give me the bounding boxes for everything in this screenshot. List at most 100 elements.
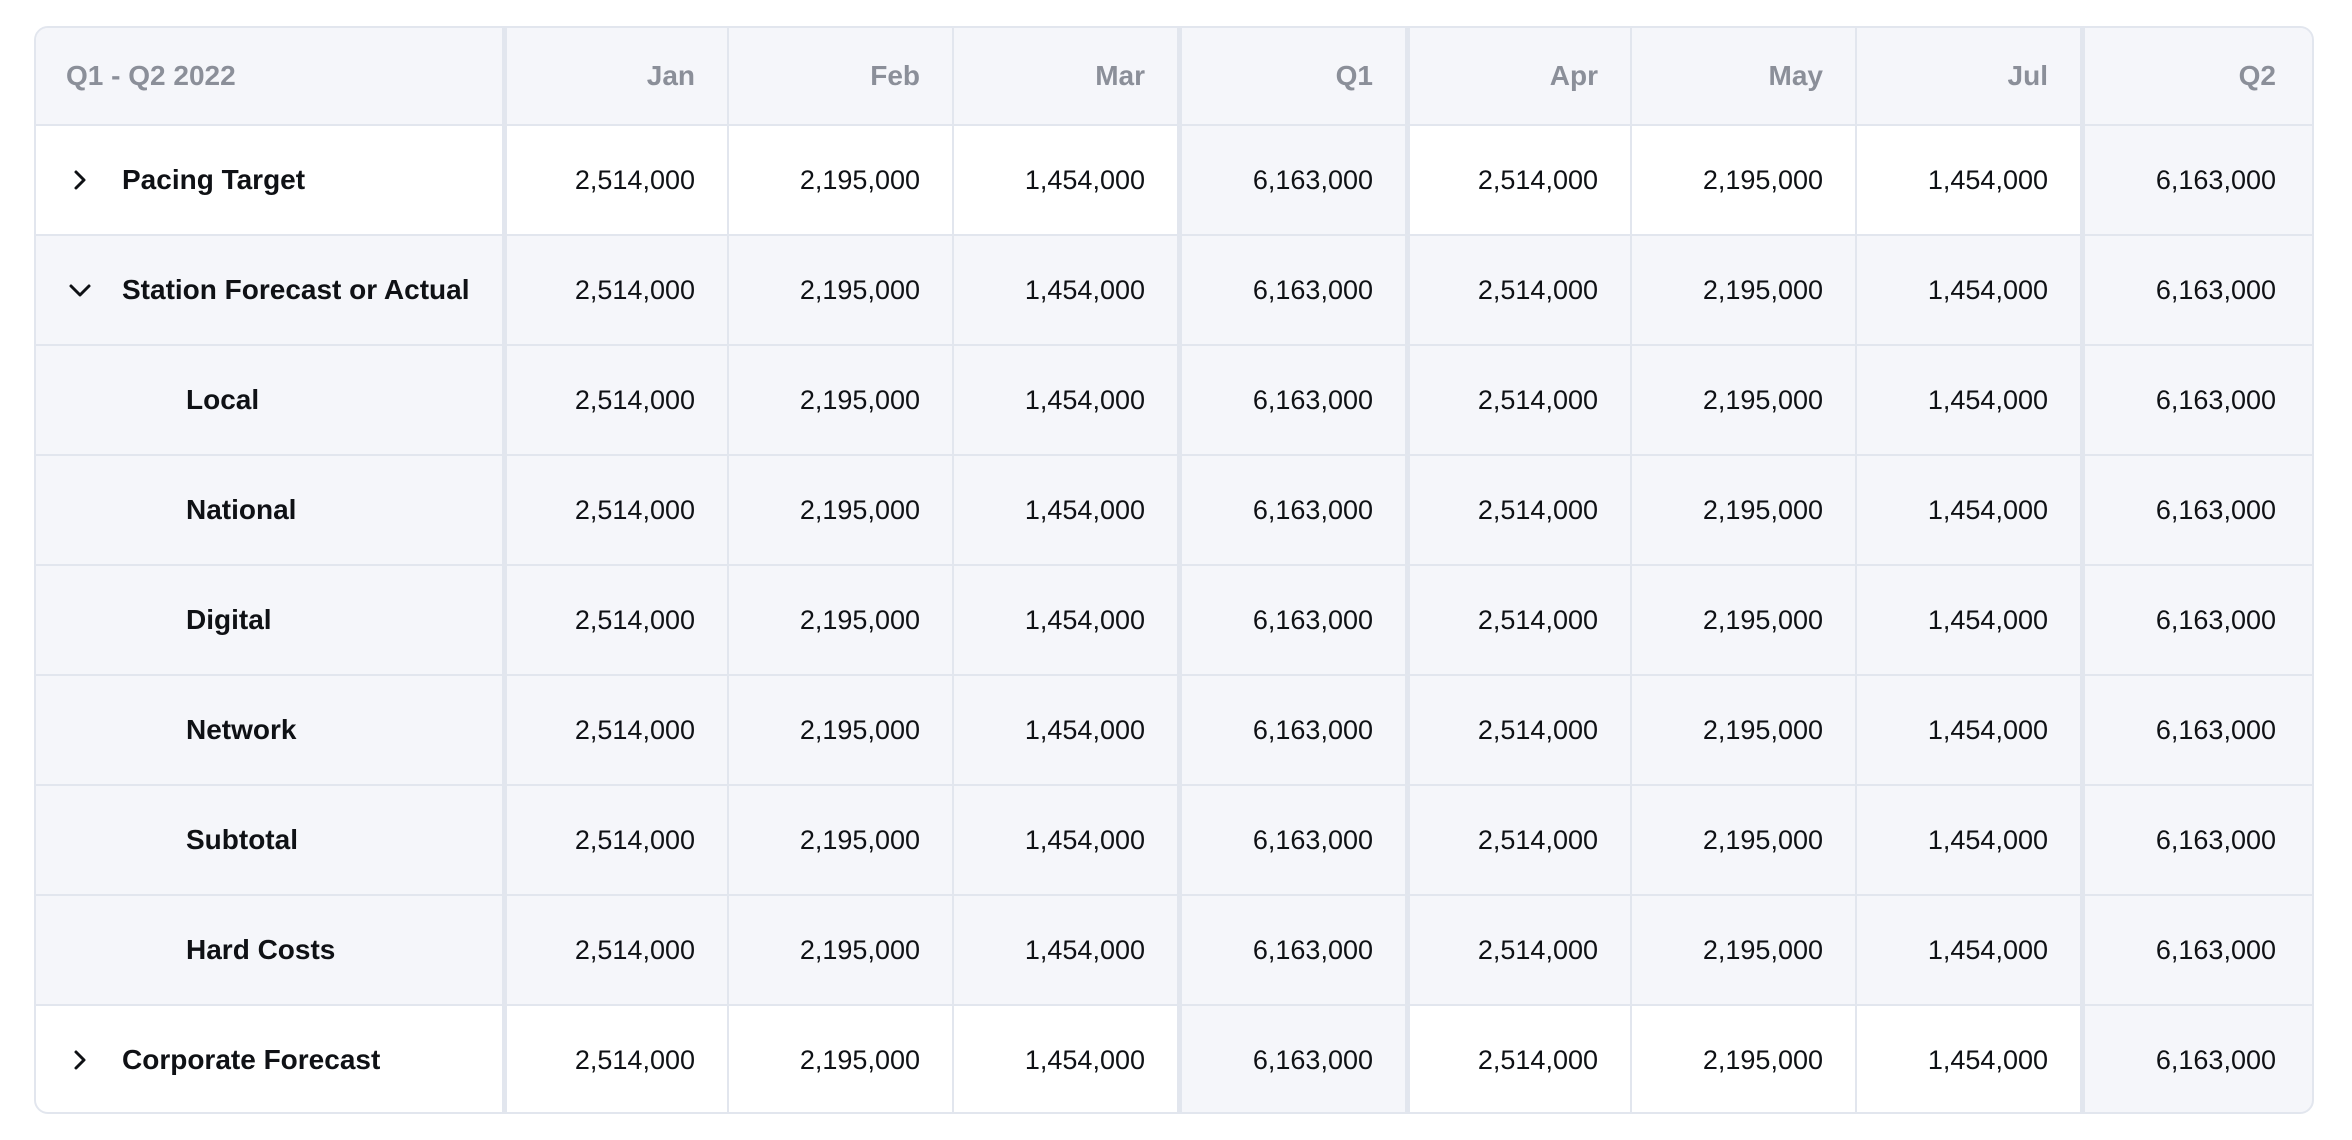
cell-mar[interactable]: 1,454,000 [952, 346, 1177, 454]
cell-jul[interactable]: 1,454,000 [1855, 126, 2080, 234]
cell-q2[interactable]: 6,163,000 [2080, 456, 2308, 564]
cell-mar[interactable]: 1,454,000 [952, 1006, 1177, 1112]
cell-q1[interactable]: 6,163,000 [1177, 346, 1405, 454]
row-label-cell[interactable]: Corporate Forecast [36, 1006, 502, 1112]
cell-q2[interactable]: 6,163,000 [2080, 786, 2308, 894]
row-label-cell: Network [36, 676, 502, 784]
cell-q1[interactable]: 6,163,000 [1177, 896, 1405, 1004]
cell-mar[interactable]: 1,454,000 [952, 456, 1177, 564]
cell-may[interactable]: 2,195,000 [1630, 236, 1855, 344]
row-label: Pacing Target [122, 164, 306, 195]
cell-feb[interactable]: 2,195,000 [727, 896, 952, 1004]
cell-jul[interactable]: 1,454,000 [1855, 896, 2080, 1004]
cell-jul[interactable]: 1,454,000 [1855, 1006, 2080, 1112]
cell-may[interactable]: 2,195,000 [1630, 676, 1855, 784]
cell-jul[interactable]: 1,454,000 [1855, 786, 2080, 894]
cell-q2[interactable]: 6,163,000 [2080, 126, 2308, 234]
cell-jan[interactable]: 2,514,000 [502, 566, 727, 674]
cell-jul[interactable]: 1,454,000 [1855, 236, 2080, 344]
cell-jan[interactable]: 2,514,000 [502, 346, 727, 454]
cell-q1[interactable]: 6,163,000 [1177, 566, 1405, 674]
cell-apr[interactable]: 2,514,000 [1405, 786, 1630, 894]
column-header-feb[interactable]: Feb [727, 28, 952, 124]
cell-mar[interactable]: 1,454,000 [952, 566, 1177, 674]
cell-q2[interactable]: 6,163,000 [2080, 236, 2308, 344]
table-row: Digital 2,514,000 2,195,000 1,454,000 6,163,… [36, 564, 2312, 674]
column-header-q2[interactable]: Q2 [2080, 28, 2308, 124]
cell-q1[interactable]: 6,163,000 [1177, 676, 1405, 784]
column-header-apr[interactable]: Apr [1405, 28, 1630, 124]
row-label: Corporate Forecast [122, 1044, 381, 1075]
cell-apr[interactable]: 2,514,000 [1405, 456, 1630, 564]
cell-q1[interactable]: 6,163,000 [1177, 236, 1405, 344]
table-row: Hard Costs 2,514,000 2,195,000 1,454,000 6,1… [36, 894, 2312, 1004]
cell-apr[interactable]: 2,514,000 [1405, 896, 1630, 1004]
cell-q1[interactable]: 6,163,000 [1177, 456, 1405, 564]
column-header-q1[interactable]: Q1 [1177, 28, 1405, 124]
chevron-right-icon[interactable] [66, 1046, 94, 1074]
cell-q2[interactable]: 6,163,000 [2080, 896, 2308, 1004]
cell-q2[interactable]: 6,163,000 [2080, 566, 2308, 674]
cell-q2[interactable]: 6,163,000 [2080, 676, 2308, 784]
cell-mar[interactable]: 1,454,000 [952, 126, 1177, 234]
cell-may[interactable]: 2,195,000 [1630, 126, 1855, 234]
cell-apr[interactable]: 2,514,000 [1405, 346, 1630, 454]
cell-mar[interactable]: 1,454,000 [952, 896, 1177, 1004]
column-header-may[interactable]: May [1630, 28, 1855, 124]
cell-jul[interactable]: 1,454,000 [1855, 676, 2080, 784]
row-label: Station Forecast or Actual [122, 274, 470, 305]
cell-apr[interactable]: 2,514,000 [1405, 676, 1630, 784]
row-label-cell[interactable]: Station Forecast or Actual [36, 236, 502, 344]
column-header-jan[interactable]: Jan [502, 28, 727, 124]
cell-jan[interactable]: 2,514,000 [502, 786, 727, 894]
chevron-right-icon[interactable] [66, 166, 94, 194]
cell-apr[interactable]: 2,514,000 [1405, 236, 1630, 344]
cell-mar[interactable]: 1,454,000 [952, 236, 1177, 344]
cell-jan[interactable]: 2,514,000 [502, 126, 727, 234]
cell-q1[interactable]: 6,163,000 [1177, 1006, 1405, 1112]
cell-may[interactable]: 2,195,000 [1630, 566, 1855, 674]
row-label: Network [186, 714, 297, 745]
cell-jul[interactable]: 1,454,000 [1855, 456, 2080, 564]
table-row: Network 2,514,000 2,195,000 1,454,000 6,163,… [36, 674, 2312, 784]
cell-feb[interactable]: 2,195,000 [727, 126, 952, 234]
cell-feb[interactable]: 2,195,000 [727, 1006, 952, 1112]
cell-mar[interactable]: 1,454,000 [952, 676, 1177, 784]
cell-jul[interactable]: 1,454,000 [1855, 346, 2080, 454]
column-header-jul[interactable]: Jul [1855, 28, 2080, 124]
table-header-row: Q1 - Q2 2022 Jan Feb Mar Q1 Apr May Jul … [36, 28, 2312, 124]
cell-feb[interactable]: 2,195,000 [727, 456, 952, 564]
cell-apr[interactable]: 2,514,000 [1405, 1006, 1630, 1112]
chevron-down-icon[interactable] [66, 276, 94, 304]
column-header-mar[interactable]: Mar [952, 28, 1177, 124]
cell-q1[interactable]: 6,163,000 [1177, 126, 1405, 234]
cell-apr[interactable]: 2,514,000 [1405, 126, 1630, 234]
cell-feb[interactable]: 2,195,000 [727, 346, 952, 454]
cell-jan[interactable]: 2,514,000 [502, 236, 727, 344]
row-label: Subtotal [186, 824, 298, 855]
cell-q1[interactable]: 6,163,000 [1177, 786, 1405, 894]
cell-q2[interactable]: 6,163,000 [2080, 1006, 2308, 1112]
cell-feb[interactable]: 2,195,000 [727, 786, 952, 894]
row-label: National [186, 494, 297, 525]
row-label-cell[interactable]: Pacing Target [36, 126, 502, 234]
cell-jan[interactable]: 2,514,000 [502, 676, 727, 784]
cell-feb[interactable]: 2,195,000 [727, 236, 952, 344]
row-label: Local [186, 384, 260, 415]
cell-jan[interactable]: 2,514,000 [502, 896, 727, 1004]
cell-may[interactable]: 2,195,000 [1630, 346, 1855, 454]
row-label-cell: Subtotal [36, 786, 502, 894]
cell-may[interactable]: 2,195,000 [1630, 786, 1855, 894]
cell-may[interactable]: 2,195,000 [1630, 1006, 1855, 1112]
cell-mar[interactable]: 1,454,000 [952, 786, 1177, 894]
cell-may[interactable]: 2,195,000 [1630, 896, 1855, 1004]
cell-jul[interactable]: 1,454,000 [1855, 566, 2080, 674]
cell-feb[interactable]: 2,195,000 [727, 676, 952, 784]
cell-jan[interactable]: 2,514,000 [502, 1006, 727, 1112]
cell-jan[interactable]: 2,514,000 [502, 456, 727, 564]
cell-apr[interactable]: 2,514,000 [1405, 566, 1630, 674]
cell-q2[interactable]: 6,163,000 [2080, 346, 2308, 454]
table-row: Pacing Target 2,514,000 2,195,000 1,454,000… [36, 124, 2312, 234]
cell-feb[interactable]: 2,195,000 [727, 566, 952, 674]
cell-may[interactable]: 2,195,000 [1630, 456, 1855, 564]
